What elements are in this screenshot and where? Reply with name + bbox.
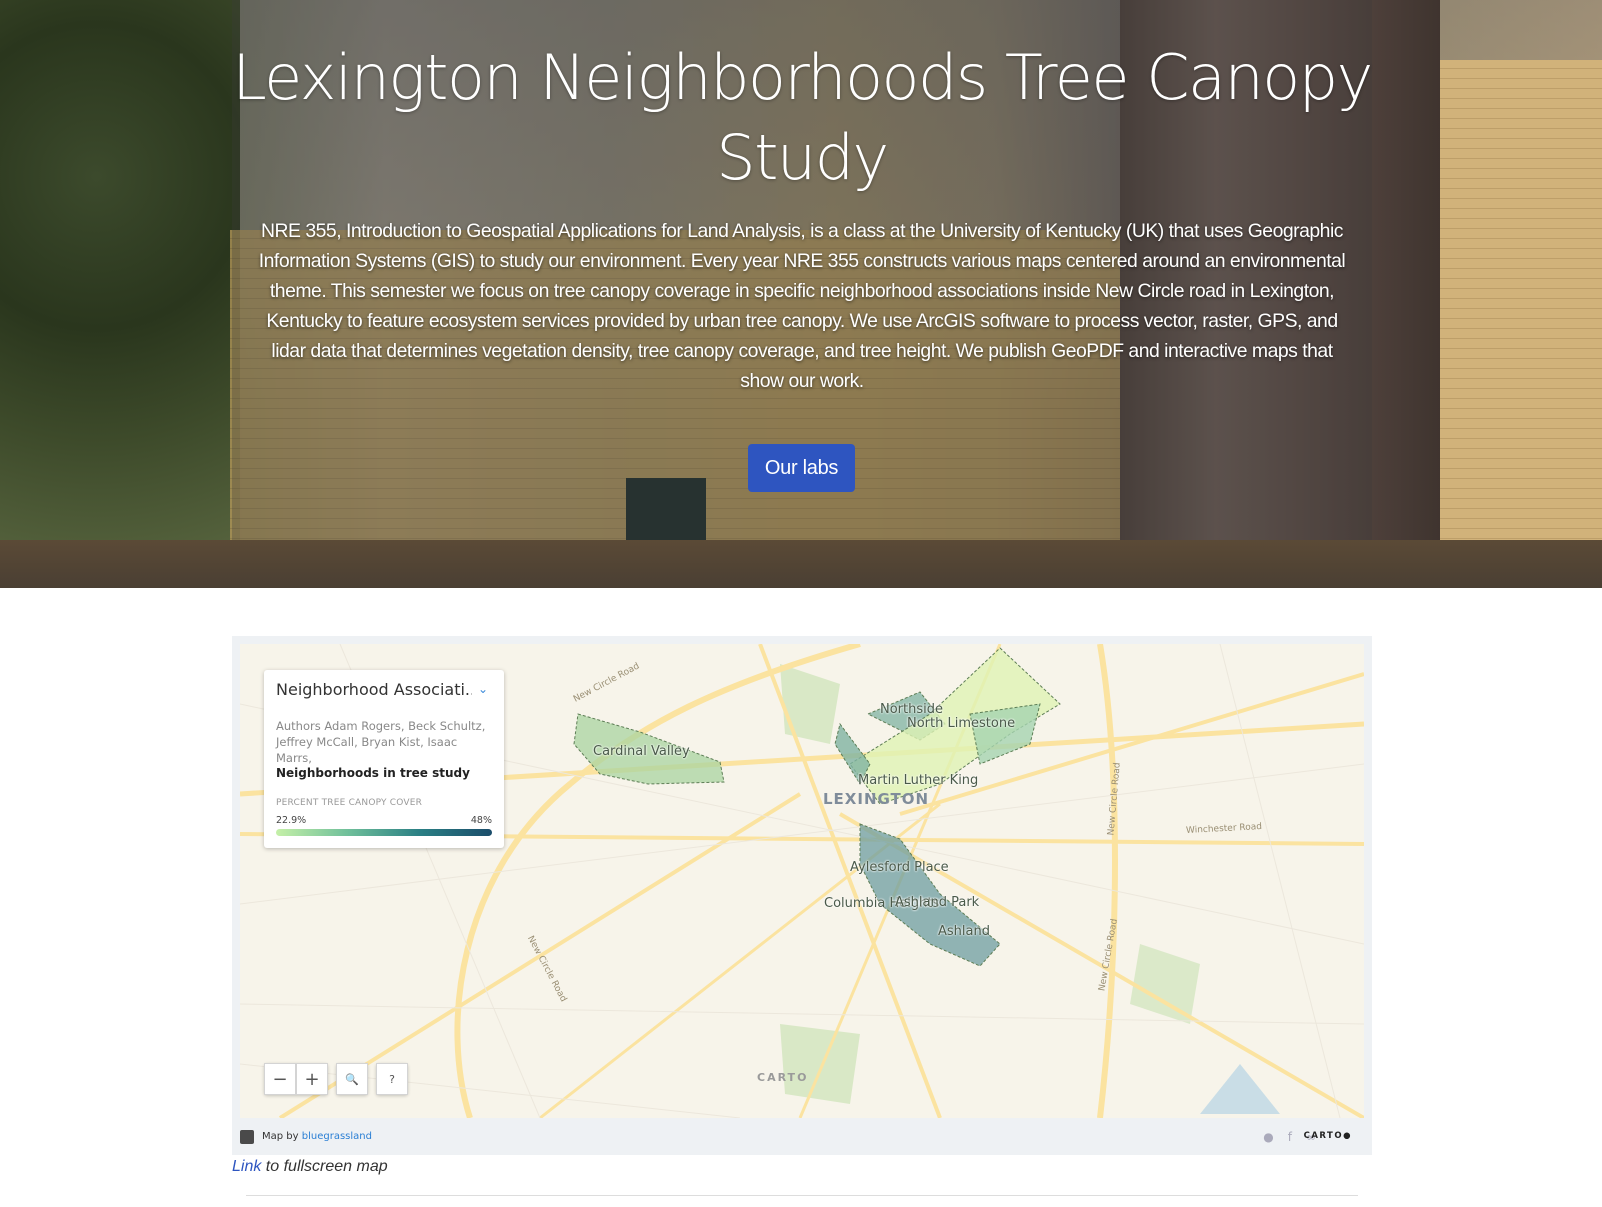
zoom-out-button[interactable]: − <box>264 1063 296 1095</box>
help-button[interactable]: ? <box>376 1063 408 1095</box>
intro-paragraph: NRE 355, Introduction to Geospatial Appl… <box>258 220 1346 392</box>
divider <box>246 1195 1358 1196</box>
zoom-in-button[interactable]: + <box>296 1063 328 1095</box>
help-control-group: ? <box>376 1063 408 1095</box>
hero-banner: Lexington Neighborhoods Tree Canopy Stud… <box>0 0 1602 588</box>
fullscreen-caption: Link to fullscreen map <box>232 1158 388 1176</box>
our-labs-button[interactable]: Our labs <box>748 444 855 492</box>
legend-max-value: 48% <box>470 815 492 826</box>
map-attribution: Map by bluegrassland <box>262 1131 372 1142</box>
legend-min-value: 22.9% <box>276 815 307 826</box>
hero-background-ground <box>0 540 1602 588</box>
facebook-icon[interactable]: f <box>1288 1130 1292 1144</box>
map-label-cardinal-valley: Cardinal Valley <box>593 744 690 759</box>
map-label-north-limestone: North Limestone <box>907 716 1016 731</box>
legend-ramp-label: PERCENT TREE CANOPY COVER <box>276 798 423 808</box>
carto-watermark: CARTO <box>757 1071 809 1084</box>
fullscreen-map-link[interactable]: Link <box>232 1158 261 1175</box>
author-link[interactable]: bluegrassland <box>302 1131 372 1142</box>
search-control-group: 🔍 <box>336 1063 368 1095</box>
map-label-city: LEXINGTON <box>823 790 930 808</box>
twitter-icon[interactable]: ● <box>1263 1130 1273 1144</box>
attribution-prefix: Map by <box>262 1131 299 1142</box>
legend-title[interactable]: Neighborhood Associati... <box>276 680 472 699</box>
legend-layer-title: Neighborhoods in tree study <box>276 766 470 780</box>
map-controls: − + 🔍 ? <box>264 1063 416 1095</box>
page-title: Lexington Neighborhoods Tree Canopy Stud… <box>232 41 1373 194</box>
caption-text: to fullscreen map <box>261 1158 388 1175</box>
map-label-aylesford-place: Aylesford Place <box>850 860 949 875</box>
hero-background-wall <box>1440 60 1602 588</box>
map-label-martin-luther-king: Martin Luther King <box>858 773 979 788</box>
carto-logo[interactable]: CARTO● <box>1304 1131 1352 1141</box>
hero-background-trees <box>0 0 240 588</box>
legend-authors: Authors Adam Rogers, Beck Schultz, Jeffr… <box>276 719 486 765</box>
user-avatar-icon <box>240 1130 254 1144</box>
map-legend: Neighborhood Associati... ⌄ Authors Adam… <box>264 670 504 848</box>
map-label-northside: Northside <box>880 702 943 717</box>
map-label-ashland: Ashland <box>938 924 990 939</box>
legend-color-ramp <box>276 829 492 836</box>
chevron-down-icon[interactable]: ⌄ <box>478 682 488 696</box>
map-embed: Cardinal Valley Northside North Limeston… <box>232 636 1372 1155</box>
map-label-ashland-park: Ashland Park <box>895 895 980 910</box>
search-icon[interactable]: 🔍 <box>336 1063 368 1095</box>
map-footer: Map by bluegrassland ● f ∞ CARTO● <box>232 1118 1372 1155</box>
map-canvas[interactable]: Cardinal Valley Northside North Limeston… <box>240 644 1364 1118</box>
zoom-control-group: − + <box>264 1063 328 1095</box>
